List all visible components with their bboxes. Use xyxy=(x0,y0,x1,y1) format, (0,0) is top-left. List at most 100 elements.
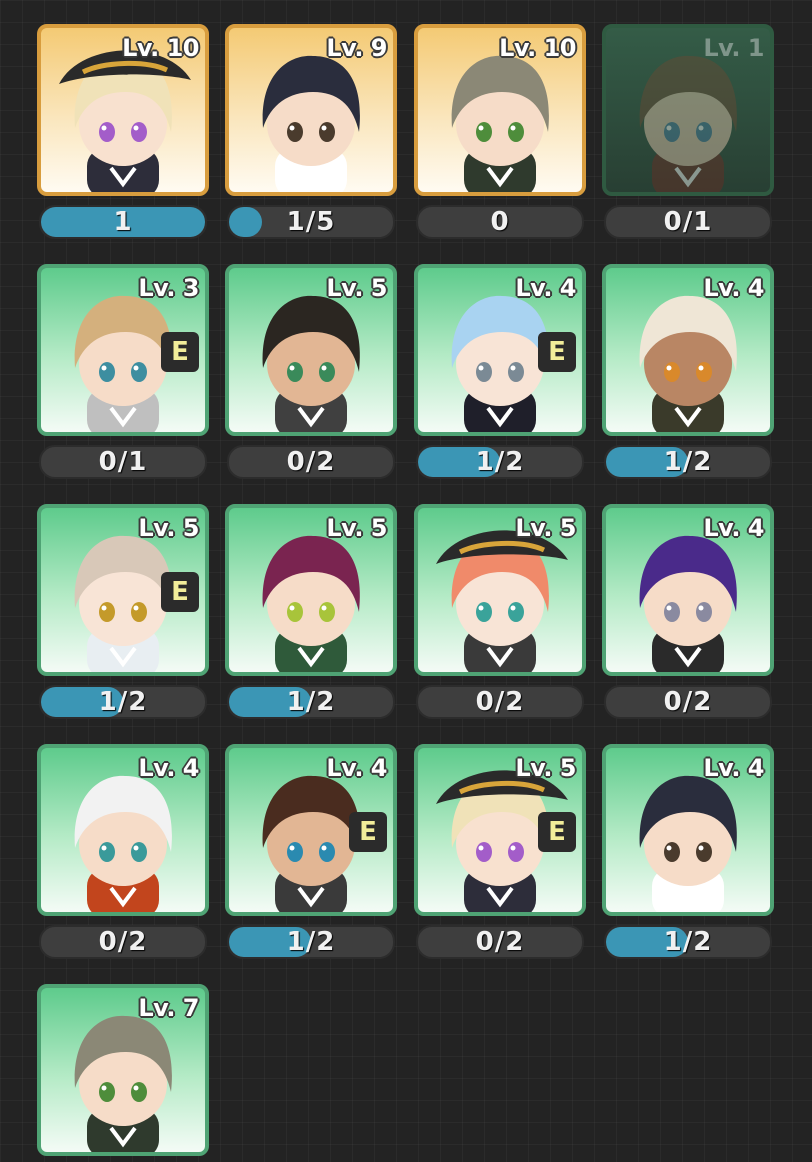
character-card[interactable]: Lv. 3 E xyxy=(37,264,209,436)
left-eye-shine xyxy=(289,365,295,371)
right-eye xyxy=(319,122,335,142)
right-eye-shine xyxy=(321,125,327,131)
level-label: Lv. 4 xyxy=(703,274,764,302)
character-card[interactable]: Lv. 5 E xyxy=(37,504,209,676)
right-eye xyxy=(696,362,712,382)
left-eye-shine xyxy=(478,125,484,131)
character-card[interactable]: Lv. 4 xyxy=(602,744,774,916)
right-eye xyxy=(131,362,147,382)
progress-bar: 1/2 xyxy=(227,925,395,959)
right-eye-shine xyxy=(698,845,704,851)
left-eye xyxy=(287,122,303,142)
right-eye xyxy=(696,122,712,142)
progress-bar: 1/2 xyxy=(604,445,772,479)
level-label: Lv. 4 xyxy=(703,514,764,542)
progress-text: 0/2 xyxy=(98,927,148,957)
right-eye-shine xyxy=(321,605,327,611)
character-grid: Lv. 10 1 Lv. 9 1/5 Lv. 10 0 Lv. 1 0/1 Lv. 3 E 0/1 L… xyxy=(0,0,812,1162)
right-eye xyxy=(696,602,712,622)
left-eye-shine xyxy=(289,845,295,851)
level-label: Lv. 10 xyxy=(122,34,199,62)
progress-bar: 0/2 xyxy=(604,685,772,719)
character-card[interactable]: Lv. 5 xyxy=(225,504,397,676)
level-label: Lv. 5 xyxy=(515,754,576,782)
progress-text: 1/2 xyxy=(475,447,525,477)
character-card[interactable]: Lv. 9 xyxy=(225,24,397,196)
character-card[interactable]: Lv. 1 xyxy=(602,24,774,196)
progress-bar: 0/2 xyxy=(416,685,584,719)
left-eye xyxy=(664,122,680,142)
character-card[interactable]: Lv. 5 xyxy=(414,504,586,676)
progress-bar: 0/2 xyxy=(227,445,395,479)
right-eye xyxy=(319,602,335,622)
character-card[interactable]: Lv. 10 xyxy=(37,24,209,196)
right-eye xyxy=(508,842,524,862)
right-eye-shine xyxy=(698,365,704,371)
character-card[interactable]: Lv. 10 xyxy=(414,24,586,196)
character-card[interactable]: Lv. 5 xyxy=(225,264,397,436)
left-eye xyxy=(99,602,115,622)
progress-text: 0/1 xyxy=(98,447,148,477)
progress-bar: 1/2 xyxy=(39,685,207,719)
left-eye xyxy=(476,122,492,142)
right-eye-shine xyxy=(133,845,139,851)
left-eye xyxy=(664,842,680,862)
right-eye xyxy=(319,362,335,382)
right-eye xyxy=(508,122,524,142)
left-eye xyxy=(287,602,303,622)
character-card[interactable]: Lv. 4 xyxy=(602,504,774,676)
left-eye xyxy=(287,362,303,382)
level-label: Lv. 5 xyxy=(326,274,387,302)
character-card[interactable]: Lv. 7 xyxy=(37,984,209,1156)
progress-bar: 1/5 xyxy=(227,205,395,239)
character-card[interactable]: Lv. 4 xyxy=(602,264,774,436)
progress-text: 1 xyxy=(113,207,133,237)
character-card[interactable]: Lv. 4 xyxy=(37,744,209,916)
right-eye-shine xyxy=(133,605,139,611)
left-eye xyxy=(287,842,303,862)
progress-text: 0 xyxy=(490,207,510,237)
right-eye-shine xyxy=(698,605,704,611)
progress-bar: 1/2 xyxy=(604,925,772,959)
right-eye xyxy=(131,602,147,622)
level-label: Lv. 5 xyxy=(515,514,576,542)
left-eye-shine xyxy=(101,605,107,611)
right-eye-shine xyxy=(133,1085,139,1091)
left-eye-shine xyxy=(478,845,484,851)
right-eye xyxy=(131,122,147,142)
level-label: Lv. 5 xyxy=(138,514,199,542)
left-eye-shine xyxy=(666,365,672,371)
right-eye-shine xyxy=(321,365,327,371)
right-eye xyxy=(131,842,147,862)
level-label: Lv. 1 xyxy=(703,34,764,62)
left-eye xyxy=(476,602,492,622)
level-label: Lv. 4 xyxy=(326,754,387,782)
elite-badge: E xyxy=(349,812,387,852)
left-eye xyxy=(664,602,680,622)
left-eye xyxy=(664,362,680,382)
right-eye xyxy=(319,842,335,862)
level-label: Lv. 4 xyxy=(703,754,764,782)
left-eye-shine xyxy=(101,125,107,131)
right-eye xyxy=(696,842,712,862)
progress-text: 1/2 xyxy=(663,927,713,957)
left-eye-shine xyxy=(101,365,107,371)
right-eye-shine xyxy=(510,605,516,611)
right-eye xyxy=(508,362,524,382)
right-eye-shine xyxy=(510,365,516,371)
level-label: Lv. 4 xyxy=(138,754,199,782)
progress-bar: 0/1 xyxy=(39,445,207,479)
progress-text: 0/1 xyxy=(663,207,713,237)
progress-text: 1/2 xyxy=(98,687,148,717)
progress-bar: 0/1 xyxy=(604,205,772,239)
left-eye-shine xyxy=(478,365,484,371)
progress-text: 0/2 xyxy=(475,927,525,957)
level-label: Lv. 7 xyxy=(138,994,199,1022)
progress-text: 1/2 xyxy=(286,927,336,957)
right-eye xyxy=(131,1082,147,1102)
character-card[interactable]: Lv. 5 E xyxy=(414,744,586,916)
level-label: Lv. 3 xyxy=(138,274,199,302)
elite-badge: E xyxy=(538,332,576,372)
character-card[interactable]: Lv. 4 E xyxy=(225,744,397,916)
character-card[interactable]: Lv. 4 E xyxy=(414,264,586,436)
